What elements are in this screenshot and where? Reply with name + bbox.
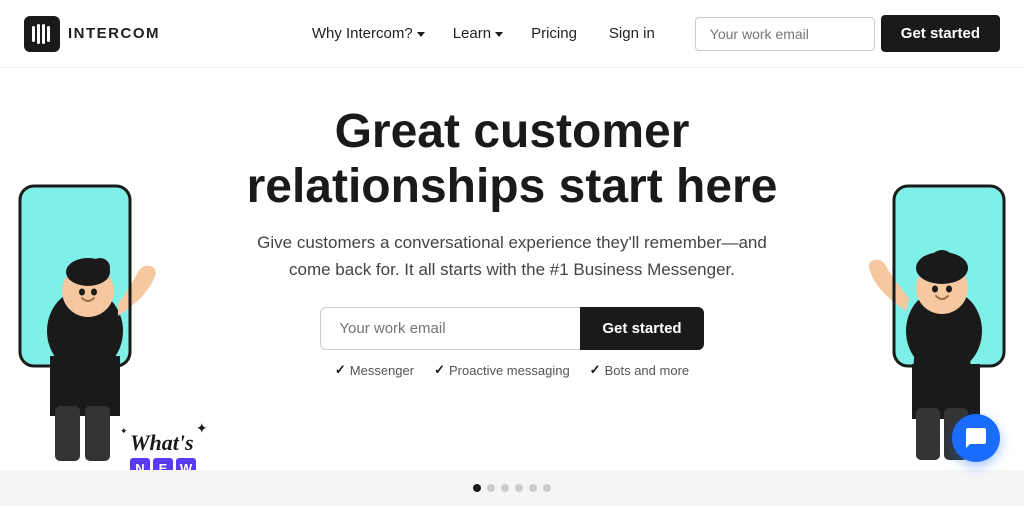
chat-button[interactable] — [952, 414, 1000, 462]
sparkle-small-icon: ✦ — [120, 426, 128, 437]
hero-subtitle: Give customers a conversational experien… — [252, 230, 772, 283]
nav-email-input[interactable] — [695, 17, 875, 51]
logo[interactable]: INTERCOM — [24, 16, 160, 52]
whats-new-text: What's — [130, 430, 194, 455]
check-proactive-messaging: ✓ Proactive messaging — [434, 362, 570, 378]
navigation: INTERCOM Why Intercom? Learn Pricing Sig… — [0, 0, 1024, 68]
dot-6 — [543, 484, 551, 492]
hero-get-started-button[interactable]: Get started — [580, 307, 703, 350]
chevron-down-icon — [495, 32, 503, 37]
chat-icon — [964, 426, 988, 450]
sparkle-icon: ✦ — [196, 420, 208, 437]
hero-feature-checks: ✓ Messenger ✓ Proactive messaging ✓ Bots… — [335, 362, 689, 378]
check-bots: ✓ Bots and more — [590, 362, 689, 378]
dot-5 — [529, 484, 537, 492]
nav-get-started-button[interactable]: Get started — [881, 15, 1000, 52]
chevron-down-icon — [417, 32, 425, 37]
hero-title: Great customer relationships start here — [247, 104, 778, 214]
nav-links: Why Intercom? Learn Pricing Sign in — [300, 17, 671, 50]
nav-why-intercom[interactable]: Why Intercom? — [300, 17, 437, 50]
intercom-logo-icon — [24, 16, 60, 52]
hero-form: Get started — [320, 307, 703, 350]
dot-2 — [487, 484, 495, 492]
nav-signin[interactable]: Sign in — [593, 17, 671, 50]
hero-email-input[interactable] — [320, 307, 580, 350]
bottom-strip — [0, 470, 1024, 506]
nav-learn[interactable]: Learn — [441, 17, 515, 50]
nav-pricing[interactable]: Pricing — [519, 17, 589, 50]
logo-text: INTERCOM — [68, 25, 160, 42]
check-messenger: ✓ Messenger — [335, 362, 414, 378]
dot-indicator — [473, 484, 551, 492]
dot-4 — [515, 484, 523, 492]
dot-3 — [501, 484, 509, 492]
dot-1 — [473, 484, 481, 492]
